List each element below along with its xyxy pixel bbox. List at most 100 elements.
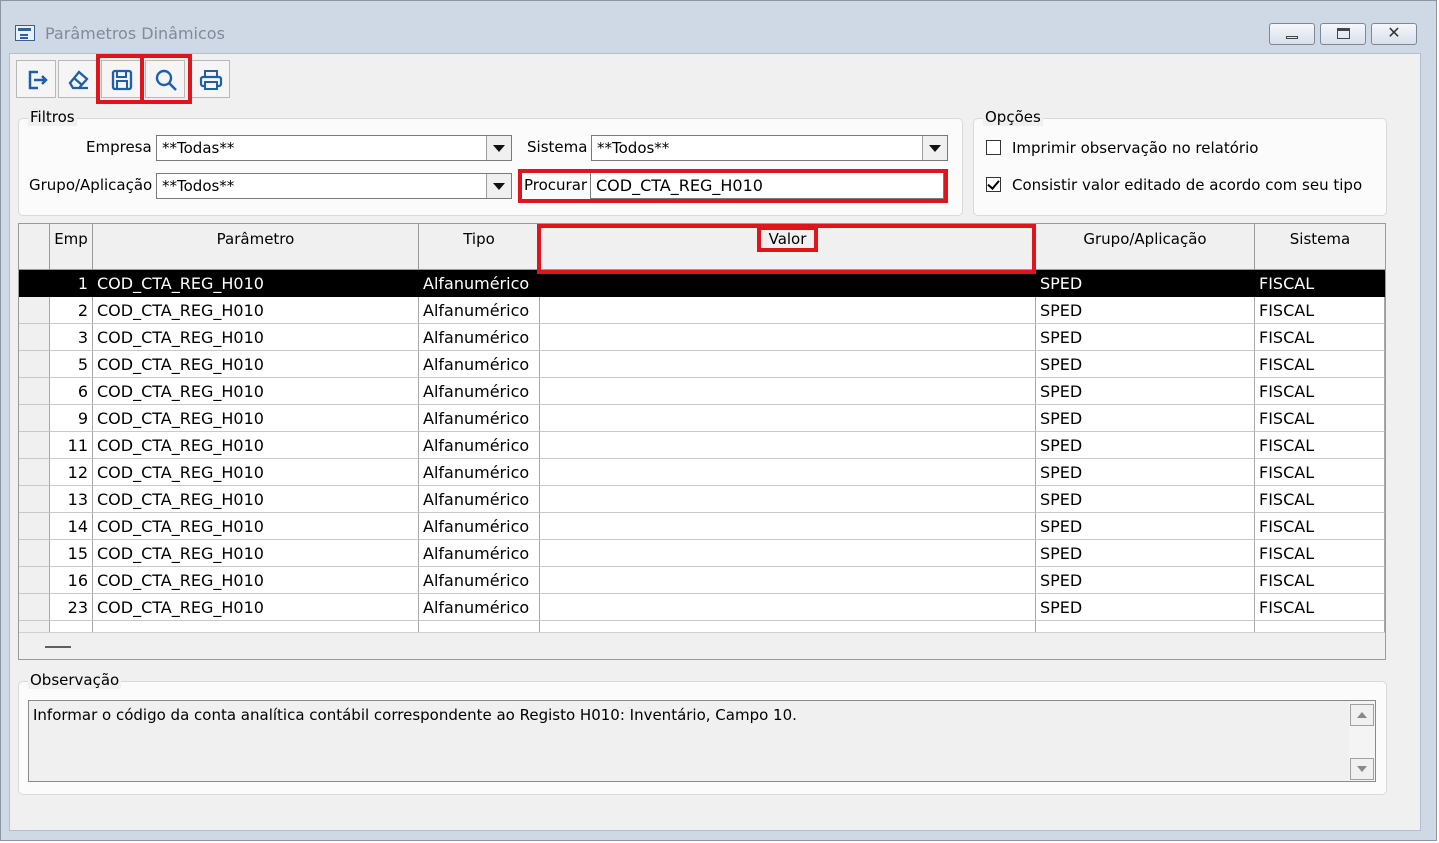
cell-tipo[interactable]: Alfanumérico	[419, 351, 540, 378]
row-indicator[interactable]	[19, 324, 50, 351]
row-indicator[interactable]	[19, 540, 50, 567]
column-header-emp[interactable]: Emp	[50, 224, 93, 270]
cell-valor[interactable]	[540, 567, 1036, 594]
cell-emp[interactable]: 6	[50, 378, 93, 405]
cell-sistema[interactable]: FISCAL	[1255, 513, 1385, 540]
cell-tipo[interactable]: Alfanumérico	[419, 432, 540, 459]
cell-valor[interactable]	[540, 486, 1036, 513]
cell-tipo[interactable]: Alfanumérico	[419, 513, 540, 540]
row-indicator[interactable]	[19, 459, 50, 486]
cell-emp[interactable]: 2	[50, 297, 93, 324]
cell-emp[interactable]: 1	[50, 270, 93, 297]
clear-button[interactable]	[58, 60, 98, 98]
cell-emp[interactable]: 11	[50, 432, 93, 459]
row-indicator[interactable]	[19, 297, 50, 324]
cell-emp[interactable]: 23	[50, 594, 93, 621]
table-row[interactable]: 2 COD_CTA_REG_H010 Alfanumérico SPED FISCAL	[19, 297, 1385, 324]
cell-sistema[interactable]: FISCAL	[1255, 459, 1385, 486]
cell-grupo[interactable]: SPED	[1036, 567, 1255, 594]
cell-sistema[interactable]: FISCAL	[1255, 270, 1385, 297]
cell-valor[interactable]	[540, 324, 1036, 351]
cell-emp[interactable]: 9	[50, 405, 93, 432]
table-row[interactable]: 11 COD_CTA_REG_H010 Alfanumérico SPED FISCAL	[19, 432, 1385, 459]
table-row[interactable]: 13 COD_CTA_REG_H010 Alfanumérico SPED FISCAL	[19, 486, 1385, 513]
scroll-up-icon[interactable]	[1350, 704, 1374, 726]
table-row[interactable]: 15 COD_CTA_REG_H010 Alfanumérico SPED FISCAL	[19, 540, 1385, 567]
table-row[interactable]: 23 COD_CTA_REG_H010 Alfanumérico SPED FISCAL	[19, 594, 1385, 621]
cell-grupo[interactable]: SPED	[1036, 351, 1255, 378]
cell-parametro[interactable]: COD_CTA_REG_H010	[93, 324, 419, 351]
cell-grupo[interactable]: SPED	[1036, 540, 1255, 567]
cell-valor[interactable]	[540, 459, 1036, 486]
cell-emp[interactable]: 15	[50, 540, 93, 567]
cell-tipo[interactable]: Alfanumérico	[419, 405, 540, 432]
cell-tipo[interactable]: Alfanumérico	[419, 459, 540, 486]
cell-parametro[interactable]: COD_CTA_REG_H010	[93, 513, 419, 540]
cell-valor[interactable]	[540, 594, 1036, 621]
parameters-grid[interactable]: Emp Parâmetro Tipo Valor Grupo/Aplicação…	[18, 223, 1386, 660]
cell-sistema[interactable]: FISCAL	[1255, 378, 1385, 405]
maximize-button[interactable]	[1320, 23, 1366, 45]
row-indicator[interactable]	[19, 486, 50, 513]
imprimir-checkbox[interactable]	[986, 140, 1001, 155]
empresa-select[interactable]: **Todas**	[156, 135, 512, 161]
consistir-checkbox[interactable]	[986, 177, 1001, 192]
cell-tipo[interactable]: Alfanumérico	[419, 486, 540, 513]
cell-valor[interactable]	[540, 270, 1036, 297]
cell-grupo[interactable]: SPED	[1036, 432, 1255, 459]
cell-sistema[interactable]: FISCAL	[1255, 324, 1385, 351]
cell-grupo[interactable]: SPED	[1036, 513, 1255, 540]
cell-valor[interactable]	[540, 351, 1036, 378]
cell-valor[interactable]	[540, 297, 1036, 324]
cell-valor[interactable]	[540, 405, 1036, 432]
cell-grupo[interactable]: SPED	[1036, 270, 1255, 297]
cell-sistema[interactable]: FISCAL	[1255, 540, 1385, 567]
chevron-down-icon[interactable]	[486, 136, 511, 160]
table-row[interactable]: 5 COD_CTA_REG_H010 Alfanumérico SPED FISCAL	[19, 351, 1385, 378]
grupo-select[interactable]: **Todos**	[156, 173, 512, 199]
cell-parametro[interactable]: COD_CTA_REG_H010	[93, 351, 419, 378]
cell-sistema[interactable]: FISCAL	[1255, 432, 1385, 459]
exit-button[interactable]	[16, 60, 56, 98]
table-row[interactable]: 16 COD_CTA_REG_H010 Alfanumérico SPED FISCAL	[19, 567, 1385, 594]
cell-parametro[interactable]: COD_CTA_REG_H010	[93, 270, 419, 297]
cell-emp[interactable]: 16	[50, 567, 93, 594]
table-row[interactable]: 3 COD_CTA_REG_H010 Alfanumérico SPED FISCAL	[19, 324, 1385, 351]
row-indicator[interactable]	[19, 405, 50, 432]
cell-sistema[interactable]: FISCAL	[1255, 567, 1385, 594]
table-row[interactable]: 14 COD_CTA_REG_H010 Alfanumérico SPED FISCAL	[19, 513, 1385, 540]
row-indicator[interactable]	[19, 594, 50, 621]
table-row[interactable]: 6 COD_CTA_REG_H010 Alfanumérico SPED FISCAL	[19, 378, 1385, 405]
sistema-select[interactable]: **Todos**	[591, 135, 948, 161]
cell-tipo[interactable]: Alfanumérico	[419, 594, 540, 621]
cell-valor[interactable]	[540, 378, 1036, 405]
print-button[interactable]	[190, 60, 230, 98]
row-indicator[interactable]	[19, 513, 50, 540]
cell-sistema[interactable]: FISCAL	[1255, 486, 1385, 513]
cell-grupo[interactable]: SPED	[1036, 486, 1255, 513]
cell-grupo[interactable]: SPED	[1036, 459, 1255, 486]
cell-emp[interactable]: 13	[50, 486, 93, 513]
column-header-tipo[interactable]: Tipo	[419, 224, 540, 270]
observacao-textarea[interactable]: Informar o código da conta analítica con…	[28, 700, 1376, 782]
cell-parametro[interactable]: COD_CTA_REG_H010	[93, 540, 419, 567]
minimize-button[interactable]	[1269, 23, 1315, 45]
cell-parametro[interactable]: COD_CTA_REG_H010	[93, 486, 419, 513]
cell-parametro[interactable]: COD_CTA_REG_H010	[93, 432, 419, 459]
chevron-down-icon[interactable]	[486, 174, 511, 198]
cell-parametro[interactable]: COD_CTA_REG_H010	[93, 567, 419, 594]
cell-tipo[interactable]: Alfanumérico	[419, 324, 540, 351]
cell-sistema[interactable]: FISCAL	[1255, 297, 1385, 324]
cell-tipo[interactable]: Alfanumérico	[419, 297, 540, 324]
table-row[interactable]: 9 COD_CTA_REG_H010 Alfanumérico SPED FISCAL	[19, 405, 1385, 432]
cell-parametro[interactable]: COD_CTA_REG_H010	[93, 297, 419, 324]
cell-tipo[interactable]: Alfanumérico	[419, 567, 540, 594]
cell-sistema[interactable]: FISCAL	[1255, 405, 1385, 432]
cell-valor[interactable]	[540, 432, 1036, 459]
title-bar[interactable]: Parâmetros Dinâmicos ✕	[1, 1, 1436, 49]
cell-parametro[interactable]: COD_CTA_REG_H010	[93, 378, 419, 405]
cell-grupo[interactable]: SPED	[1036, 594, 1255, 621]
cell-tipo[interactable]: Alfanumérico	[419, 540, 540, 567]
horizontal-scrollbar[interactable]	[19, 632, 1385, 659]
cell-valor[interactable]	[540, 513, 1036, 540]
